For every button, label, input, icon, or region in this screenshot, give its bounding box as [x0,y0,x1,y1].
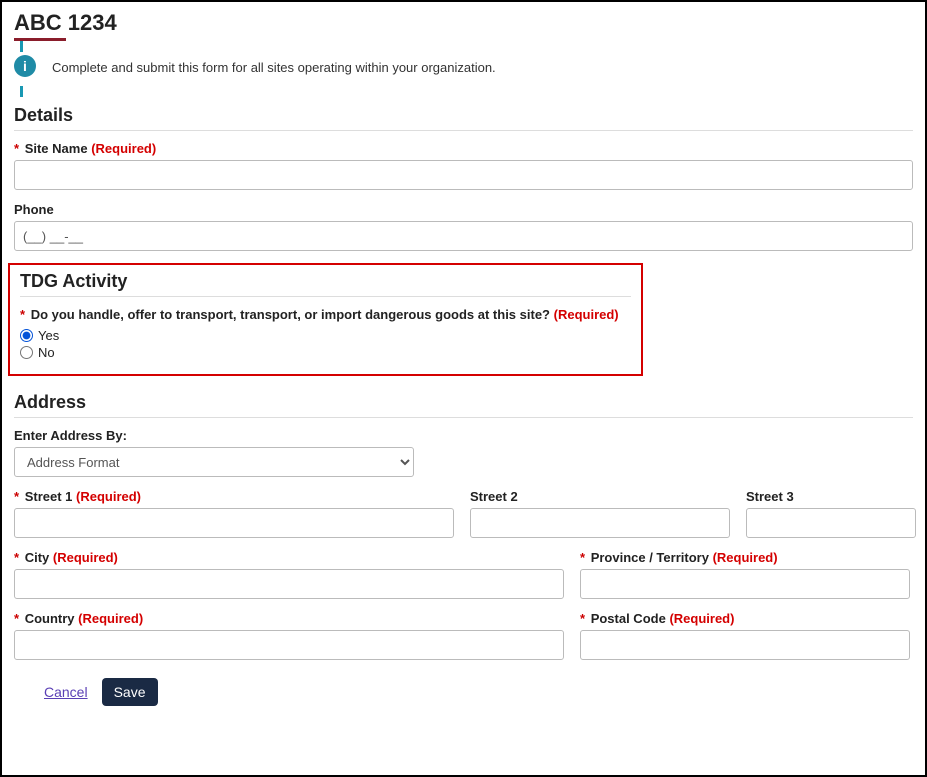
required-text: (Required) [78,611,143,626]
street1-label-wrap: * Street 1 (Required) [14,489,454,504]
tdg-yes-radio[interactable] [20,329,33,342]
enter-address-by-field: Enter Address By: Address Format [14,428,913,477]
country-postal-row: * Country (Required) * Postal Code (Requ… [14,611,913,660]
required-text: (Required) [76,489,141,504]
info-icon: i [14,55,36,77]
street2-field: Street 2 [470,489,730,538]
required-star: * [14,489,19,504]
info-glyph: i [23,58,27,74]
tdg-question-text: Do you handle, offer to transport, trans… [31,307,550,322]
info-icon-wrap: i [14,47,40,87]
phone-input[interactable] [14,221,913,251]
province-label-wrap: * Province / Territory (Required) [580,550,910,565]
section-tdg-heading: TDG Activity [20,271,631,292]
province-input[interactable] [580,569,910,599]
tdg-highlight-box: TDG Activity * Do you handle, offer to t… [8,263,643,376]
site-name-input[interactable] [14,160,913,190]
section-details-heading: Details [14,105,913,126]
tdg-no-radio[interactable] [20,346,33,359]
tdg-yes-label: Yes [38,328,59,343]
divider [14,417,913,418]
province-label: Province / Territory [591,550,709,565]
enter-by-label: Enter Address By: [14,428,913,443]
street1-label: Street 1 [25,489,73,504]
site-name-label-wrap: * Site Name (Required) [14,141,913,156]
site-name-field: * Site Name (Required) [14,141,913,190]
tdg-no-row[interactable]: No [20,345,631,360]
page-title: ABC 1234 [14,10,913,36]
street1-field: * Street 1 (Required) [14,489,454,538]
street1-input[interactable] [14,508,454,538]
postal-field: * Postal Code (Required) [580,611,910,660]
country-field: * Country (Required) [14,611,564,660]
required-text: (Required) [669,611,734,626]
required-text: (Required) [53,550,118,565]
divider [20,296,631,297]
city-input[interactable] [14,569,564,599]
street3-field: Street 3 [746,489,916,538]
city-label: City [25,550,50,565]
province-field: * Province / Territory (Required) [580,550,910,599]
postal-input[interactable] [580,630,910,660]
required-star: * [20,307,25,322]
divider [14,130,913,131]
info-text: Complete and submit this form for all si… [52,60,496,75]
phone-field: Phone [14,202,913,251]
info-banner: i Complete and submit this form for all … [14,47,913,87]
street3-input[interactable] [746,508,916,538]
address-format-select[interactable]: Address Format [14,447,414,477]
street2-input[interactable] [470,508,730,538]
required-text: (Required) [554,307,619,322]
bracket-top [20,41,23,52]
bracket-bottom [20,86,23,97]
form-container: ABC 1234 i Complete and submit this form… [0,0,927,777]
city-label-wrap: * City (Required) [14,550,564,565]
street-row: * Street 1 (Required) Street 2 Street 3 [14,489,913,538]
postal-label: Postal Code [591,611,666,626]
postal-label-wrap: * Postal Code (Required) [580,611,910,626]
required-star: * [14,141,19,156]
cancel-link[interactable]: Cancel [44,684,88,700]
phone-label: Phone [14,202,913,217]
tdg-question: * Do you handle, offer to transport, tra… [20,307,631,322]
country-label-wrap: * Country (Required) [14,611,564,626]
save-button[interactable]: Save [102,678,158,706]
country-label: Country [25,611,75,626]
required-star: * [580,550,585,565]
required-star: * [14,550,19,565]
country-input[interactable] [14,630,564,660]
required-text: (Required) [91,141,156,156]
required-star: * [580,611,585,626]
tdg-no-label: No [38,345,55,360]
site-name-label: Site Name [25,141,88,156]
section-address-heading: Address [14,392,913,413]
required-text: (Required) [713,550,778,565]
city-field: * City (Required) [14,550,564,599]
form-actions: Cancel Save [14,678,913,706]
street3-label: Street 3 [746,489,916,504]
tdg-yes-row[interactable]: Yes [20,328,631,343]
street2-label: Street 2 [470,489,730,504]
city-province-row: * City (Required) * Province / Territory… [14,550,913,599]
required-star: * [14,611,19,626]
